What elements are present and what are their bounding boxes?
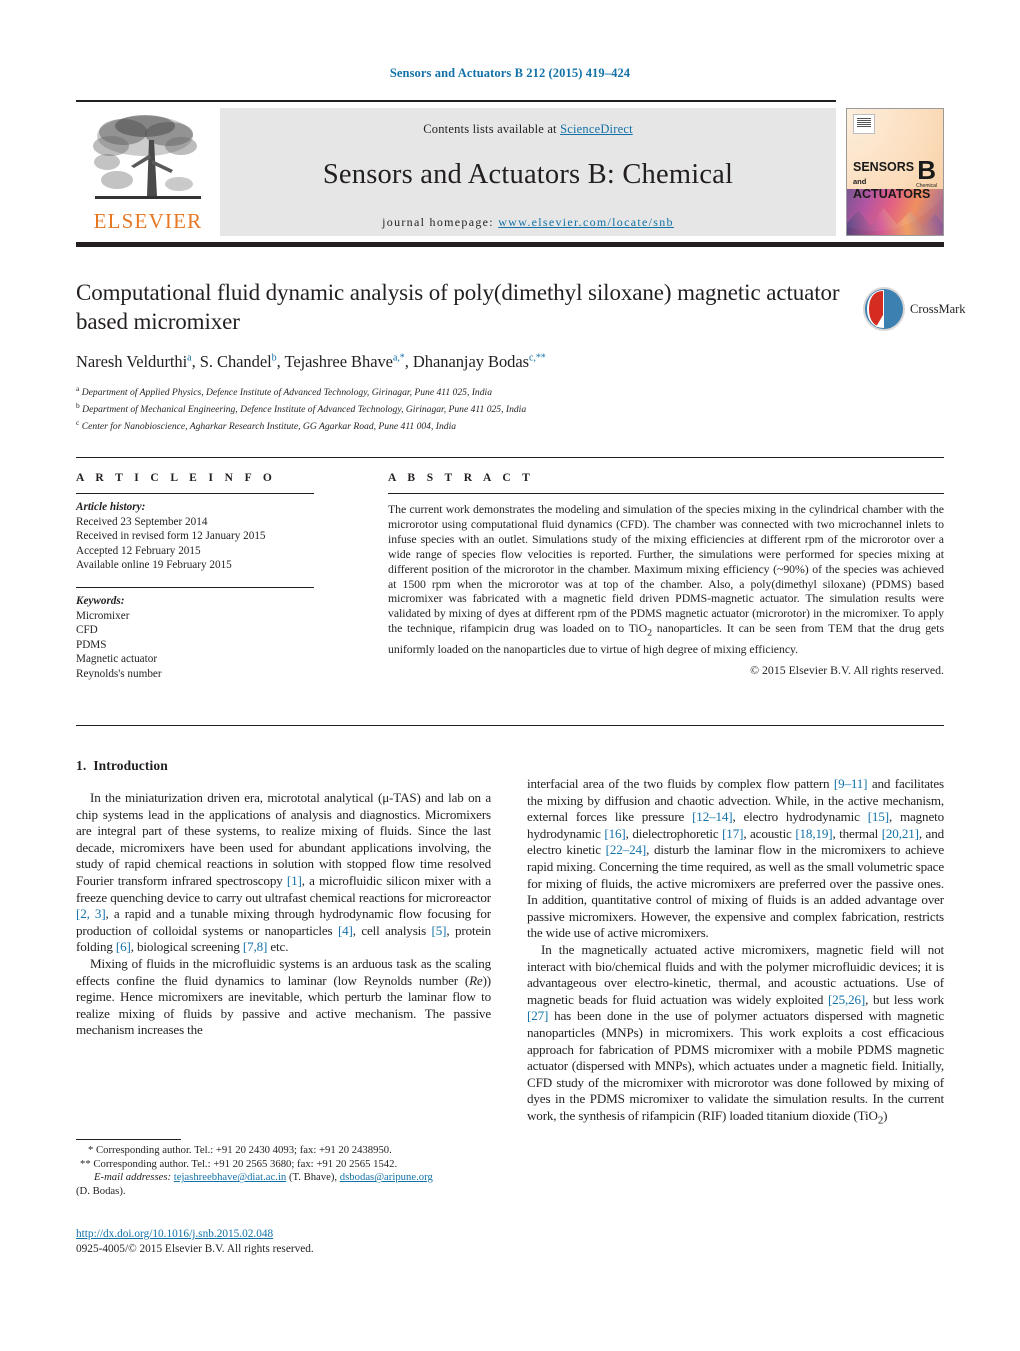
affiliation-text: Center for Nanobioscience, Agharkar Rese… [81,421,457,433]
section-number: 1. [76,758,87,773]
cover-letter-b-subtitle: Chemical [916,183,937,189]
corresponding-author-note-1: * Corresponding author. Tel.: +91 20 243… [88,1144,392,1156]
history-item: Received in revised form 12 January 2015 [76,530,266,543]
elsevier-wordmark: ELSEVIER [93,209,203,233]
affiliation-marker: b [76,401,80,411]
cover-and: and [853,176,867,186]
page-title: Computational fluid dynamic analysis of … [76,280,840,334]
affiliation-item: a Department of Applied Physics, Defence… [76,382,866,399]
email-person-1: (T. Bhave), [286,1171,340,1184]
keyword-item: CFD [76,624,98,637]
issn-copyright-line: 0925-4005/© 2015 Elsevier B.V. All right… [76,1242,314,1255]
abstract-copyright: © 2015 Elsevier B.V. All rights reserved… [750,663,944,678]
section-heading-introduction: 1. Introduction [76,758,491,774]
masthead-gray-panel: Contents lists available at ScienceDirec… [220,108,836,236]
affiliation-item: b Department of Mechanical Engineering, … [76,399,866,416]
section-title: Introduction [93,758,168,773]
journal-title: Sensors and Actuators B: Chemical [322,159,734,190]
email-person-2: (D. Bodas). [76,1184,126,1197]
paragraph: In the miniaturization driven era, micro… [76,790,491,955]
paragraph: Mixing of fluids in the microfluidic sys… [76,955,491,1038]
journal-masthead: ELSEVIER Contents lists available at Sci… [76,100,944,238]
contents-line: Contents lists available at ScienceDirec… [220,108,836,137]
info-section-top-rule [76,457,944,458]
crossmark-badge[interactable]: CrossMark [862,286,966,338]
footnote-rule [76,1139,181,1140]
keyword-item: Magnetic actuator [76,653,158,666]
body-column-left: 1. Introduction In the miniaturization dr… [76,758,491,1039]
masthead-inner: ELSEVIER Contents lists available at Sci… [76,108,836,236]
abstract-divider [388,493,944,494]
affiliation-text: Department of Applied Physics, Defence I… [81,387,492,399]
abstract-column: A B S T R A C T The current work demonst… [388,472,944,678]
keyword-item: Reynolds's number [76,667,162,680]
cover-letter-b: B [917,155,936,185]
affiliation-list: a Department of Applied Physics, Defence… [76,382,866,434]
email-link-bhave[interactable]: tejashreebhave@diat.ac.in [174,1171,287,1183]
elsevier-tree-icon [93,115,201,199]
homepage-prefix: journal homepage: [382,215,499,229]
footnote-block: * Corresponding author. Tel.: +91 20 243… [76,1144,496,1198]
elsevier-logo: ELSEVIER [76,108,220,236]
article-page: Sensors and Actuators B 212 (2015) 419–4… [0,0,1020,1351]
keywords-divider [76,586,314,588]
history-item: Received 23 September 2014 [76,515,208,528]
history-item: Available online 19 February 2015 [76,559,232,572]
corresponding-author-note-2: ** Corresponding author. Tel.: +91 20 25… [80,1157,398,1170]
affiliation-text: Department of Mechanical Engineering, De… [82,404,527,416]
running-head: Sensors and Actuators B 212 (2015) 419–4… [389,66,631,80]
crossmark-label: CrossMark [910,302,966,316]
affiliation-item: c Center for Nanobioscience, Agharkar Re… [76,416,866,433]
keywords-label: Keywords: [76,594,125,607]
cover-elsevier-mark-icon [853,114,875,134]
history-item: Accepted 12 February 2015 [76,544,201,557]
affiliation-marker: c [76,418,80,428]
footer-doi-block: http://dx.doi.org/10.1016/j.snb.2015.02.… [76,1227,496,1256]
cover-title-text: SENSORS and ACTUATORS [853,160,930,201]
article-history-block: Article history: Received 23 September 2… [76,500,356,573]
masthead-top-rule [76,100,836,102]
crossmark-icon [863,287,905,331]
email-addresses-note: E-mail addresses: tejashreebhave@diat.ac… [76,1171,496,1185]
article-info-heading: A R T I C L E I N F O [76,472,277,484]
email-addresses-label: E-mail addresses: [94,1171,172,1184]
contents-prefix: Contents lists available at [423,122,561,136]
affiliation-marker: a [76,384,80,393]
paragraph: interfacial area of the two fluids by co… [527,776,944,941]
info-section-bottom-rule [76,725,944,726]
doi-link[interactable]: http://dx.doi.org/10.1016/j.snb.2015.02.… [76,1228,273,1240]
sciencedirect-link[interactable]: ScienceDirect [560,122,633,136]
keyword-item: Micromixer [76,609,130,622]
abstract-text: The current work demonstrates the modeli… [388,502,944,656]
author-list: Naresh Veldurthia, S. Chandelb, Tejashre… [76,352,546,371]
keyword-item: PDMS [76,638,107,651]
body-column-right: interfacial area of the two fluids by co… [527,776,944,1129]
abstract-heading: A B S T R A C T [388,472,535,484]
masthead-thick-rule [76,242,944,247]
title-block: Computational fluid dynamic analysis of … [76,278,866,434]
keywords-block: Keywords: Micromixer CFD PDMS Magnetic a… [76,594,356,682]
email-link-bodas[interactable]: dsbodas@aripune.org [340,1171,433,1183]
paragraph: In the magnetically actuated active micr… [527,941,944,1127]
article-info-column: A R T I C L E I N F O Article history: R… [76,472,356,682]
info-divider [76,493,314,494]
journal-homepage-link[interactable]: www.elsevier.com/locate/snb [498,215,674,229]
article-history-label: Article history: [76,501,146,513]
journal-homepage-line: journal homepage: www.elsevier.com/locat… [220,215,836,230]
cover-line1: SENSORS [853,160,915,174]
cover-line2: ACTUATORS [853,187,931,201]
journal-cover-thumbnail: SENSORS and ACTUATORS B Chemical [846,108,944,236]
